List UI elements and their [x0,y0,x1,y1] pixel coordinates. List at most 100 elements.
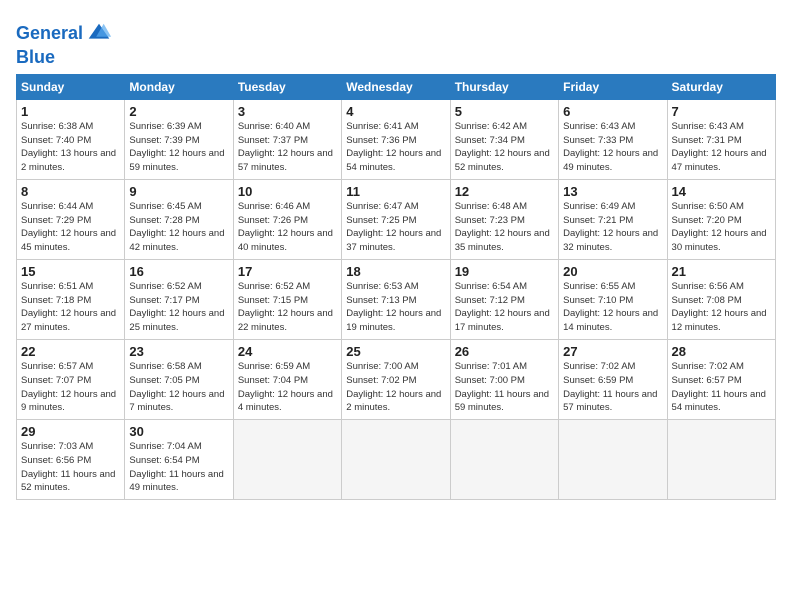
day-info: Sunrise: 7:03 AMSunset: 6:56 PMDaylight:… [21,440,120,495]
day-info: Sunrise: 6:48 AMSunset: 7:23 PMDaylight:… [455,200,554,255]
weekday-header-monday: Monday [125,74,233,99]
day-info: Sunrise: 6:53 AMSunset: 7:13 PMDaylight:… [346,280,445,335]
calendar-cell: 13 Sunrise: 6:49 AMSunset: 7:21 PMDaylig… [559,179,667,259]
calendar-cell [559,420,667,500]
logo-blue: Blue [16,48,113,68]
calendar-table: SundayMondayTuesdayWednesdayThursdayFrid… [16,74,776,500]
weekday-header-sunday: Sunday [17,74,125,99]
calendar-cell: 29 Sunrise: 7:03 AMSunset: 6:56 PMDaylig… [17,420,125,500]
calendar-cell: 19 Sunrise: 6:54 AMSunset: 7:12 PMDaylig… [450,259,558,339]
calendar-cell: 2 Sunrise: 6:39 AMSunset: 7:39 PMDayligh… [125,99,233,179]
day-info: Sunrise: 6:59 AMSunset: 7:04 PMDaylight:… [238,360,337,415]
day-info: Sunrise: 7:02 AMSunset: 6:59 PMDaylight:… [563,360,662,415]
day-info: Sunrise: 7:04 AMSunset: 6:54 PMDaylight:… [129,440,228,495]
day-number: 1 [21,104,120,119]
day-number: 3 [238,104,337,119]
day-number: 30 [129,424,228,439]
day-number: 9 [129,184,228,199]
weekday-header-thursday: Thursday [450,74,558,99]
day-number: 8 [21,184,120,199]
calendar-cell: 18 Sunrise: 6:53 AMSunset: 7:13 PMDaylig… [342,259,450,339]
day-info: Sunrise: 6:52 AMSunset: 7:15 PMDaylight:… [238,280,337,335]
day-info: Sunrise: 6:47 AMSunset: 7:25 PMDaylight:… [346,200,445,255]
day-number: 18 [346,264,445,279]
calendar-cell: 30 Sunrise: 7:04 AMSunset: 6:54 PMDaylig… [125,420,233,500]
day-info: Sunrise: 6:39 AMSunset: 7:39 PMDaylight:… [129,120,228,175]
calendar-cell: 6 Sunrise: 6:43 AMSunset: 7:33 PMDayligh… [559,99,667,179]
calendar-cell: 21 Sunrise: 6:56 AMSunset: 7:08 PMDaylig… [667,259,775,339]
calendar-cell: 26 Sunrise: 7:01 AMSunset: 7:00 PMDaylig… [450,339,558,419]
calendar-cell [667,420,775,500]
day-info: Sunrise: 6:46 AMSunset: 7:26 PMDaylight:… [238,200,337,255]
day-info: Sunrise: 6:38 AMSunset: 7:40 PMDaylight:… [21,120,120,175]
logo: General Blue [16,20,113,68]
calendar-cell: 14 Sunrise: 6:50 AMSunset: 7:20 PMDaylig… [667,179,775,259]
calendar-cell: 16 Sunrise: 6:52 AMSunset: 7:17 PMDaylig… [125,259,233,339]
day-number: 21 [672,264,771,279]
calendar-cell: 7 Sunrise: 6:43 AMSunset: 7:31 PMDayligh… [667,99,775,179]
day-number: 26 [455,344,554,359]
day-info: Sunrise: 6:43 AMSunset: 7:31 PMDaylight:… [672,120,771,175]
calendar-cell: 9 Sunrise: 6:45 AMSunset: 7:28 PMDayligh… [125,179,233,259]
calendar-cell: 27 Sunrise: 7:02 AMSunset: 6:59 PMDaylig… [559,339,667,419]
calendar-cell: 10 Sunrise: 6:46 AMSunset: 7:26 PMDaylig… [233,179,341,259]
calendar-cell: 28 Sunrise: 7:02 AMSunset: 6:57 PMDaylig… [667,339,775,419]
weekday-header-friday: Friday [559,74,667,99]
day-number: 6 [563,104,662,119]
day-number: 16 [129,264,228,279]
day-number: 25 [346,344,445,359]
day-info: Sunrise: 6:50 AMSunset: 7:20 PMDaylight:… [672,200,771,255]
day-number: 19 [455,264,554,279]
header: General Blue [16,16,776,68]
calendar-cell [233,420,341,500]
day-info: Sunrise: 6:44 AMSunset: 7:29 PMDaylight:… [21,200,120,255]
calendar-cell: 22 Sunrise: 6:57 AMSunset: 7:07 PMDaylig… [17,339,125,419]
day-info: Sunrise: 6:42 AMSunset: 7:34 PMDaylight:… [455,120,554,175]
day-info: Sunrise: 6:58 AMSunset: 7:05 PMDaylight:… [129,360,228,415]
day-info: Sunrise: 6:41 AMSunset: 7:36 PMDaylight:… [346,120,445,175]
weekday-header-tuesday: Tuesday [233,74,341,99]
calendar-cell: 11 Sunrise: 6:47 AMSunset: 7:25 PMDaylig… [342,179,450,259]
day-number: 12 [455,184,554,199]
day-number: 2 [129,104,228,119]
day-number: 5 [455,104,554,119]
day-info: Sunrise: 6:54 AMSunset: 7:12 PMDaylight:… [455,280,554,335]
day-number: 28 [672,344,771,359]
day-number: 14 [672,184,771,199]
day-number: 22 [21,344,120,359]
calendar-cell: 3 Sunrise: 6:40 AMSunset: 7:37 PMDayligh… [233,99,341,179]
day-info: Sunrise: 6:51 AMSunset: 7:18 PMDaylight:… [21,280,120,335]
calendar-cell: 5 Sunrise: 6:42 AMSunset: 7:34 PMDayligh… [450,99,558,179]
day-number: 13 [563,184,662,199]
calendar-cell: 25 Sunrise: 7:00 AMSunset: 7:02 PMDaylig… [342,339,450,419]
day-info: Sunrise: 6:57 AMSunset: 7:07 PMDaylight:… [21,360,120,415]
day-number: 27 [563,344,662,359]
logo-text: General [16,24,83,44]
logo-icon [85,20,113,48]
day-number: 24 [238,344,337,359]
page-container: General Blue SundayMondayTuesdayWednesda… [0,0,792,508]
day-info: Sunrise: 7:01 AMSunset: 7:00 PMDaylight:… [455,360,554,415]
calendar-cell: 8 Sunrise: 6:44 AMSunset: 7:29 PMDayligh… [17,179,125,259]
day-number: 4 [346,104,445,119]
day-info: Sunrise: 6:45 AMSunset: 7:28 PMDaylight:… [129,200,228,255]
calendar-cell: 15 Sunrise: 6:51 AMSunset: 7:18 PMDaylig… [17,259,125,339]
calendar-cell: 12 Sunrise: 6:48 AMSunset: 7:23 PMDaylig… [450,179,558,259]
calendar-cell [342,420,450,500]
day-number: 20 [563,264,662,279]
day-number: 7 [672,104,771,119]
calendar-cell [450,420,558,500]
day-info: Sunrise: 6:55 AMSunset: 7:10 PMDaylight:… [563,280,662,335]
weekday-header-saturday: Saturday [667,74,775,99]
day-info: Sunrise: 6:52 AMSunset: 7:17 PMDaylight:… [129,280,228,335]
weekday-header-wednesday: Wednesday [342,74,450,99]
calendar-cell: 1 Sunrise: 6:38 AMSunset: 7:40 PMDayligh… [17,99,125,179]
calendar-cell: 23 Sunrise: 6:58 AMSunset: 7:05 PMDaylig… [125,339,233,419]
day-info: Sunrise: 7:00 AMSunset: 7:02 PMDaylight:… [346,360,445,415]
day-info: Sunrise: 6:43 AMSunset: 7:33 PMDaylight:… [563,120,662,175]
day-info: Sunrise: 6:40 AMSunset: 7:37 PMDaylight:… [238,120,337,175]
calendar-cell: 24 Sunrise: 6:59 AMSunset: 7:04 PMDaylig… [233,339,341,419]
day-number: 10 [238,184,337,199]
day-number: 23 [129,344,228,359]
day-number: 29 [21,424,120,439]
